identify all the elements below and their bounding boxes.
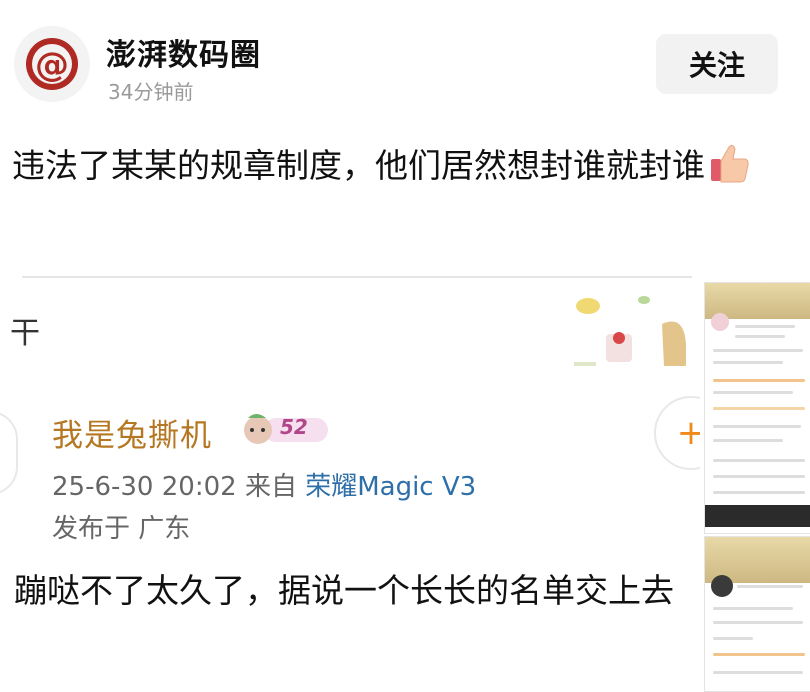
thumbnail-line — [735, 325, 795, 328]
cropped-text: 干 — [10, 316, 40, 351]
add-follow-button[interactable]: + — [654, 396, 700, 470]
thumbnail-line — [713, 379, 805, 382]
thumbnail-line — [737, 585, 803, 588]
thumbnail-avatar — [711, 575, 733, 597]
thumbnail-line — [713, 621, 803, 624]
embedded-region: 发布于 广东 — [52, 514, 191, 544]
svg-text:@: @ — [35, 45, 69, 85]
thumbnail-line — [713, 425, 801, 428]
source-prefix: 来自 — [244, 472, 297, 502]
side-thumbnail-1[interactable] — [704, 282, 810, 534]
thumbnail-line — [713, 391, 793, 394]
thumbnail-line — [713, 607, 793, 610]
thumbnail-avatar — [711, 313, 729, 331]
device-link[interactable]: 荣耀Magic V3 — [305, 472, 476, 502]
embedded-meta: 25-6-30 20:02 来自 荣耀Magic V3 — [52, 466, 476, 503]
thumbnail-line — [713, 491, 805, 494]
level-badge-number: 52 — [280, 415, 308, 439]
decorative-illustration — [574, 296, 686, 366]
thumbnail-media-strip — [705, 505, 810, 527]
thumbnail-line — [713, 653, 805, 656]
post-text-content: 违法了某某的规章制度，他们居然想封谁就封谁 — [12, 146, 705, 185]
thumbnail-line — [713, 349, 803, 352]
embedded-screenshot[interactable]: 干 我是兔撕机 52 + 25-6-30 20:02 来自 荣耀Magic V3… — [0, 276, 700, 690]
thumbnail-line — [713, 637, 753, 640]
embedded-username[interactable]: 我是兔撕机 — [52, 410, 212, 455]
side-thumbnail-2[interactable] — [704, 536, 810, 692]
divider — [22, 276, 692, 278]
embedded-datetime: 25-6-30 20:02 — [52, 472, 237, 502]
at-logo-icon: @ — [14, 26, 90, 102]
post-time: 34分钟前 — [108, 80, 194, 104]
thumbnail-line — [713, 361, 783, 364]
thumbnail-line — [713, 407, 805, 410]
thumbs-up-icon — [707, 141, 751, 185]
cropped-element — [0, 411, 18, 495]
thumbnail-line — [713, 475, 805, 478]
thumbnail-line — [713, 671, 803, 674]
thumbnail-line — [735, 335, 785, 338]
follow-button[interactable]: 关注 — [656, 34, 778, 94]
post-text: 违法了某某的规章制度，他们居然想封谁就封谁 — [12, 138, 792, 193]
author-avatar[interactable]: @ — [14, 26, 90, 102]
author-name[interactable]: 澎湃数码圈 — [106, 30, 261, 74]
thumbnail-line — [713, 439, 783, 442]
thumbnail-line — [713, 459, 805, 462]
embedded-body-text: 蹦哒不了太久了，据说一个长长的名单交上去 — [14, 571, 674, 610]
